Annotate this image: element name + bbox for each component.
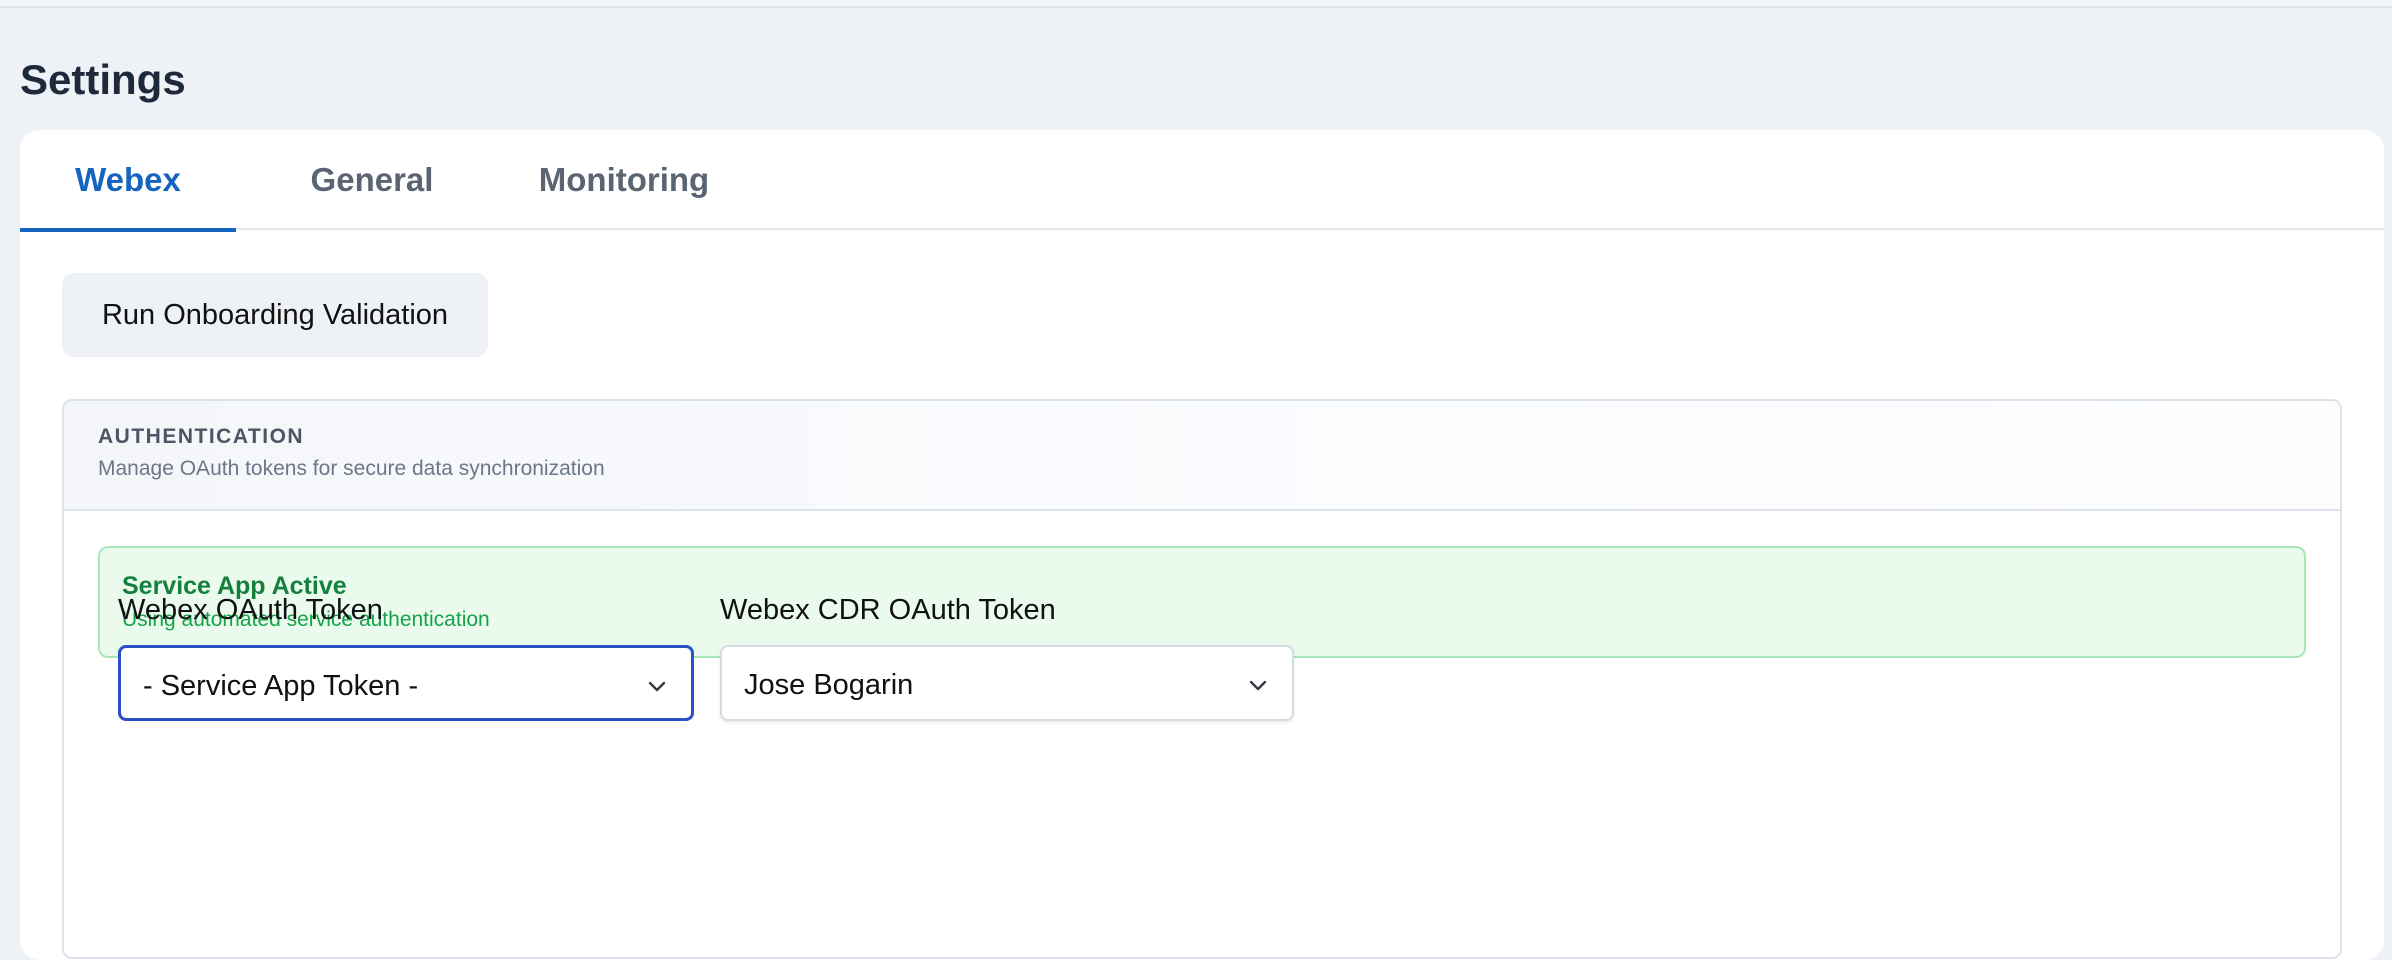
- tab-webex[interactable]: Webex: [20, 130, 236, 232]
- settings-tabs: Webex General Monitoring: [20, 130, 2384, 232]
- tab-monitoring[interactable]: Monitoring: [524, 130, 724, 230]
- settings-card: Webex General Monitoring Run Onboarding …: [20, 130, 2384, 960]
- authentication-subtitle: Manage OAuth tokens for secure data sync…: [98, 457, 605, 480]
- chevron-down-icon: [648, 681, 666, 692]
- webex-oauth-token-select[interactable]: - Service App Token -: [118, 645, 694, 721]
- authentication-title: AUTHENTICATION: [98, 425, 305, 448]
- webex-oauth-token-value: - Service App Token -: [143, 670, 419, 702]
- webex-oauth-token-label: Webex OAuth Token: [118, 594, 383, 626]
- webex-cdr-oauth-token-value: Jose Bogarin: [744, 669, 914, 701]
- run-onboarding-validation-button[interactable]: Run Onboarding Validation: [62, 273, 488, 357]
- tab-general[interactable]: General: [292, 130, 452, 230]
- page-title: Settings: [20, 56, 186, 103]
- service-app-status-banner: Service App Active Using automated servi…: [98, 546, 2306, 658]
- authentication-header: AUTHENTICATION Manage OAuth tokens for s…: [64, 401, 2340, 511]
- top-divider: [0, 0, 2392, 8]
- chevron-down-icon: [1249, 680, 1267, 691]
- webex-cdr-oauth-token-select[interactable]: Jose Bogarin: [720, 645, 1294, 721]
- webex-cdr-oauth-token-label: Webex CDR OAuth Token: [720, 594, 1056, 626]
